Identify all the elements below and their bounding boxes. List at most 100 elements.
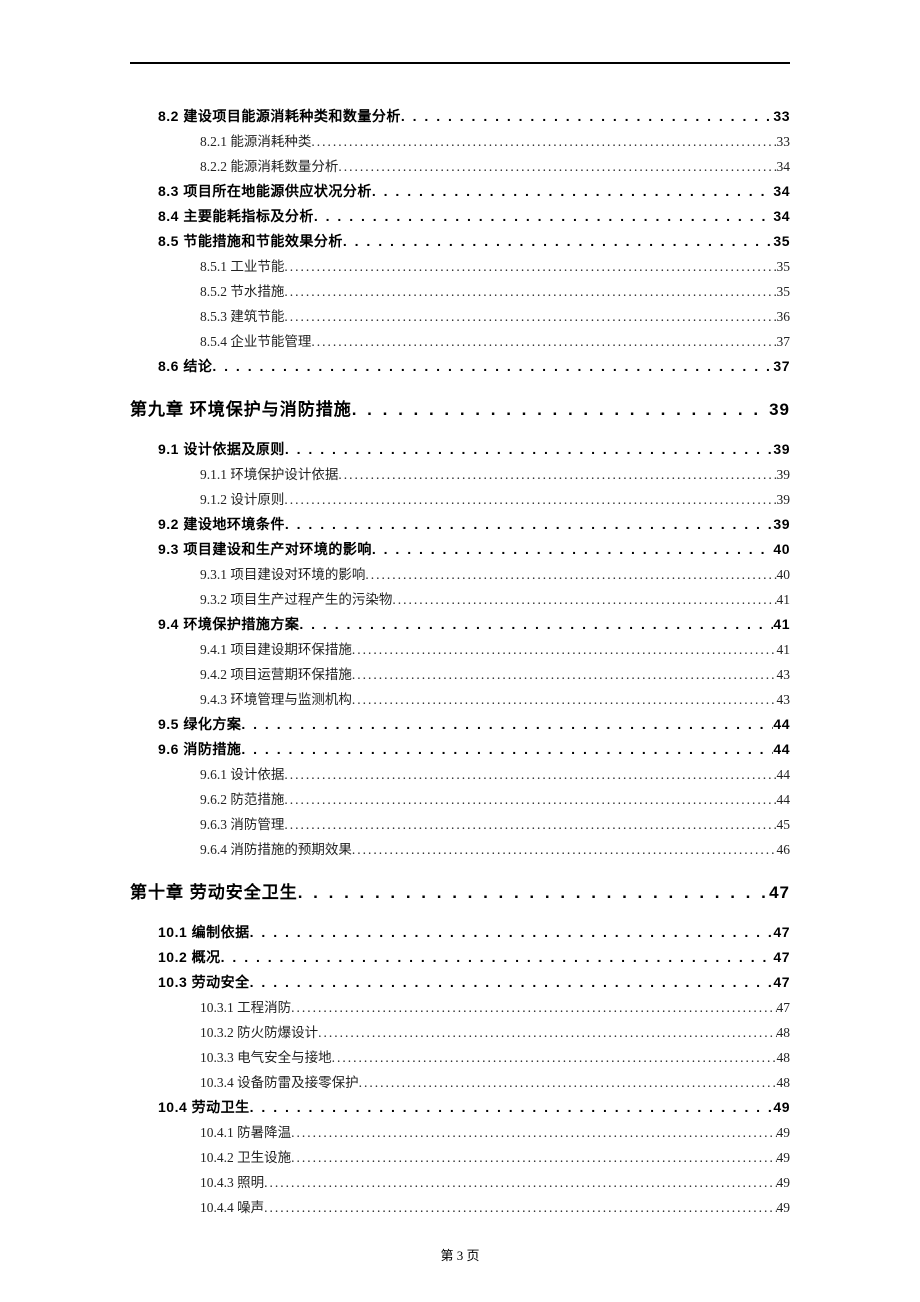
toc-entry: 10.4.1 防暑降温49 <box>200 1120 790 1145</box>
toc-entry: 8.5 节能措施和节能效果分析35 <box>158 229 790 254</box>
toc-entry-text: 8.5.2 节水措施 <box>200 279 284 304</box>
toc-entry-text: 10.1 编制依据 <box>158 920 250 945</box>
toc-entry-page: 39 <box>777 462 791 487</box>
toc-entry: 第十章 劳动安全卫生47 <box>130 880 790 906</box>
toc-entry-text: 10.4 劳动卫生 <box>158 1095 250 1120</box>
toc-entry: 9.1.2 设计原则39 <box>200 487 790 512</box>
toc-entry-text: 8.5.3 建筑节能 <box>200 304 284 329</box>
toc-entry: 9.1.1 环境保护设计依据 39 <box>200 462 790 487</box>
toc-entry: 8.2.1 能源消耗种类 33 <box>200 129 790 154</box>
toc-entry-page: 49 <box>777 1170 791 1195</box>
toc-entry-page: 35 <box>777 254 791 279</box>
toc-leader-dots <box>372 537 774 562</box>
toc-entry-page: 49 <box>777 1145 791 1170</box>
toc-entry-page: 49 <box>777 1120 791 1145</box>
toc-entry: 8.4 主要能耗指标及分析34 <box>158 204 790 229</box>
toc-entry: 9.6.3 消防管理45 <box>200 812 790 837</box>
toc-leader-dots <box>284 254 776 279</box>
toc-entry-page: 36 <box>777 304 791 329</box>
toc-entry-page: 39 <box>773 512 790 537</box>
toc-entry-page: 48 <box>777 1020 791 1045</box>
toc-entry-page: 48 <box>777 1045 791 1070</box>
toc-leader-dots <box>314 204 774 229</box>
toc-entry-page: 40 <box>773 537 790 562</box>
toc-leader-dots <box>284 279 776 304</box>
toc-entry-page: 47 <box>773 920 790 945</box>
toc-leader-dots <box>352 637 777 662</box>
toc-leader-dots <box>284 812 776 837</box>
toc-entry-page: 47 <box>769 880 790 906</box>
toc-leader-dots <box>352 397 769 423</box>
toc-entry: 9.4.3 环境管理与监测机构43 <box>200 687 790 712</box>
toc-entry: 9.3 项目建设和生产对环境的影响40 <box>158 537 790 562</box>
toc-entry-page: 34 <box>773 179 790 204</box>
toc-entry-page: 41 <box>773 612 790 637</box>
toc-entry: 9.4.1 项目建设期环保措施41 <box>200 637 790 662</box>
toc-entry-text: 9.4.2 项目运营期环保措施 <box>200 662 352 687</box>
toc-entry-page: 39 <box>769 397 790 423</box>
toc-leader-dots <box>401 104 774 129</box>
toc-leader-dots <box>264 1170 776 1195</box>
toc-entry: 10.4 劳动卫生 49 <box>158 1095 790 1120</box>
toc-entry-page: 43 <box>777 662 791 687</box>
toc-leader-dots <box>250 920 774 945</box>
toc-leader-dots <box>299 612 773 637</box>
toc-entry-text: 9.6.2 防范措施 <box>200 787 284 812</box>
toc-entry: 10.3 劳动安全47 <box>158 970 790 995</box>
toc-entry-text: 9.1.2 设计原则 <box>200 487 284 512</box>
toc-entry: 9.1 设计依据及原则39 <box>158 437 790 462</box>
toc-leader-dots <box>264 1195 776 1220</box>
toc-entry-text: 9.6.4 消防措施的预期效果 <box>200 837 352 862</box>
toc-leader-dots <box>338 154 776 179</box>
toc-entry-text: 9.4 环境保护措施方案 <box>158 612 299 637</box>
toc-entry-page: 48 <box>777 1070 791 1095</box>
toc-entry-text: 10.4.2 卫生设施 <box>200 1145 291 1170</box>
toc-entry: 9.6.1 设计依据44 <box>200 762 790 787</box>
toc-entry-text: 8.5.1 工业节能 <box>200 254 284 279</box>
toc-entry: 10.3.3 电气安全与接地48 <box>200 1045 790 1070</box>
toc-entry: 10.3.2 防火防爆设计 48 <box>200 1020 790 1045</box>
toc-entry-page: 49 <box>777 1195 791 1220</box>
toc-entry-page: 35 <box>773 229 790 254</box>
toc-entry-page: 34 <box>773 204 790 229</box>
toc-entry-page: 49 <box>773 1095 790 1120</box>
toc-entry: 8.3 项目所在地能源供应状况分析 34 <box>158 179 790 204</box>
toc-entry-text: 10.3.2 防火防爆设计 <box>200 1020 318 1045</box>
toc-leader-dots <box>318 1020 776 1045</box>
toc-entry-text: 10.4.4 噪声 <box>200 1195 264 1220</box>
toc-entry: 9.6.2 防范措施44 <box>200 787 790 812</box>
toc-entry-page: 39 <box>773 437 790 462</box>
toc-entry: 9.4.2 项目运营期环保措施 43 <box>200 662 790 687</box>
toc-leader-dots <box>291 995 776 1020</box>
toc-entry-text: 10.3 劳动安全 <box>158 970 250 995</box>
toc-entry-text: 10.2 概况 <box>158 945 221 970</box>
toc-leader-dots <box>291 1145 776 1170</box>
toc-leader-dots <box>359 1070 777 1095</box>
toc-entry-text: 8.2.1 能源消耗种类 <box>200 129 311 154</box>
toc-entry-text: 10.4.3 照明 <box>200 1170 264 1195</box>
toc-entry-text: 8.2 建设项目能源消耗种类和数量分析 <box>158 104 401 129</box>
toc-leader-dots <box>221 945 774 970</box>
toc-entry-text: 8.2.2 能源消耗数量分析 <box>200 154 338 179</box>
toc-entry-text: 9.6.1 设计依据 <box>200 762 284 787</box>
toc-leader-dots <box>241 737 773 762</box>
toc-leader-dots <box>298 880 769 906</box>
toc-entry: 8.2 建设项目能源消耗种类和数量分析33 <box>158 104 790 129</box>
toc-leader-dots <box>241 712 773 737</box>
toc-entry-text: 8.3 项目所在地能源供应状况分析 <box>158 179 372 204</box>
toc-leader-dots <box>352 662 777 687</box>
toc-entry-page: 44 <box>773 712 790 737</box>
toc-entry-page: 40 <box>777 562 791 587</box>
toc-entry-page: 45 <box>777 812 791 837</box>
toc-entry-text: 9.6 消防措施 <box>158 737 241 762</box>
toc-leader-dots <box>332 1045 777 1070</box>
toc-entry-text: 10.3.1 工程消防 <box>200 995 291 1020</box>
toc-entry: 10.4.3 照明 49 <box>200 1170 790 1195</box>
toc-entry-page: 33 <box>777 129 791 154</box>
toc-entry: 8.5.3 建筑节能 36 <box>200 304 790 329</box>
toc-entry: 8.5.2 节水措施35 <box>200 279 790 304</box>
toc-entry: 9.5 绿化方案44 <box>158 712 790 737</box>
toc-entry: 8.5.1 工业节能 35 <box>200 254 790 279</box>
toc-entry: 10.4.2 卫生设施 49 <box>200 1145 790 1170</box>
toc-entry-text: 9.1.1 环境保护设计依据 <box>200 462 338 487</box>
